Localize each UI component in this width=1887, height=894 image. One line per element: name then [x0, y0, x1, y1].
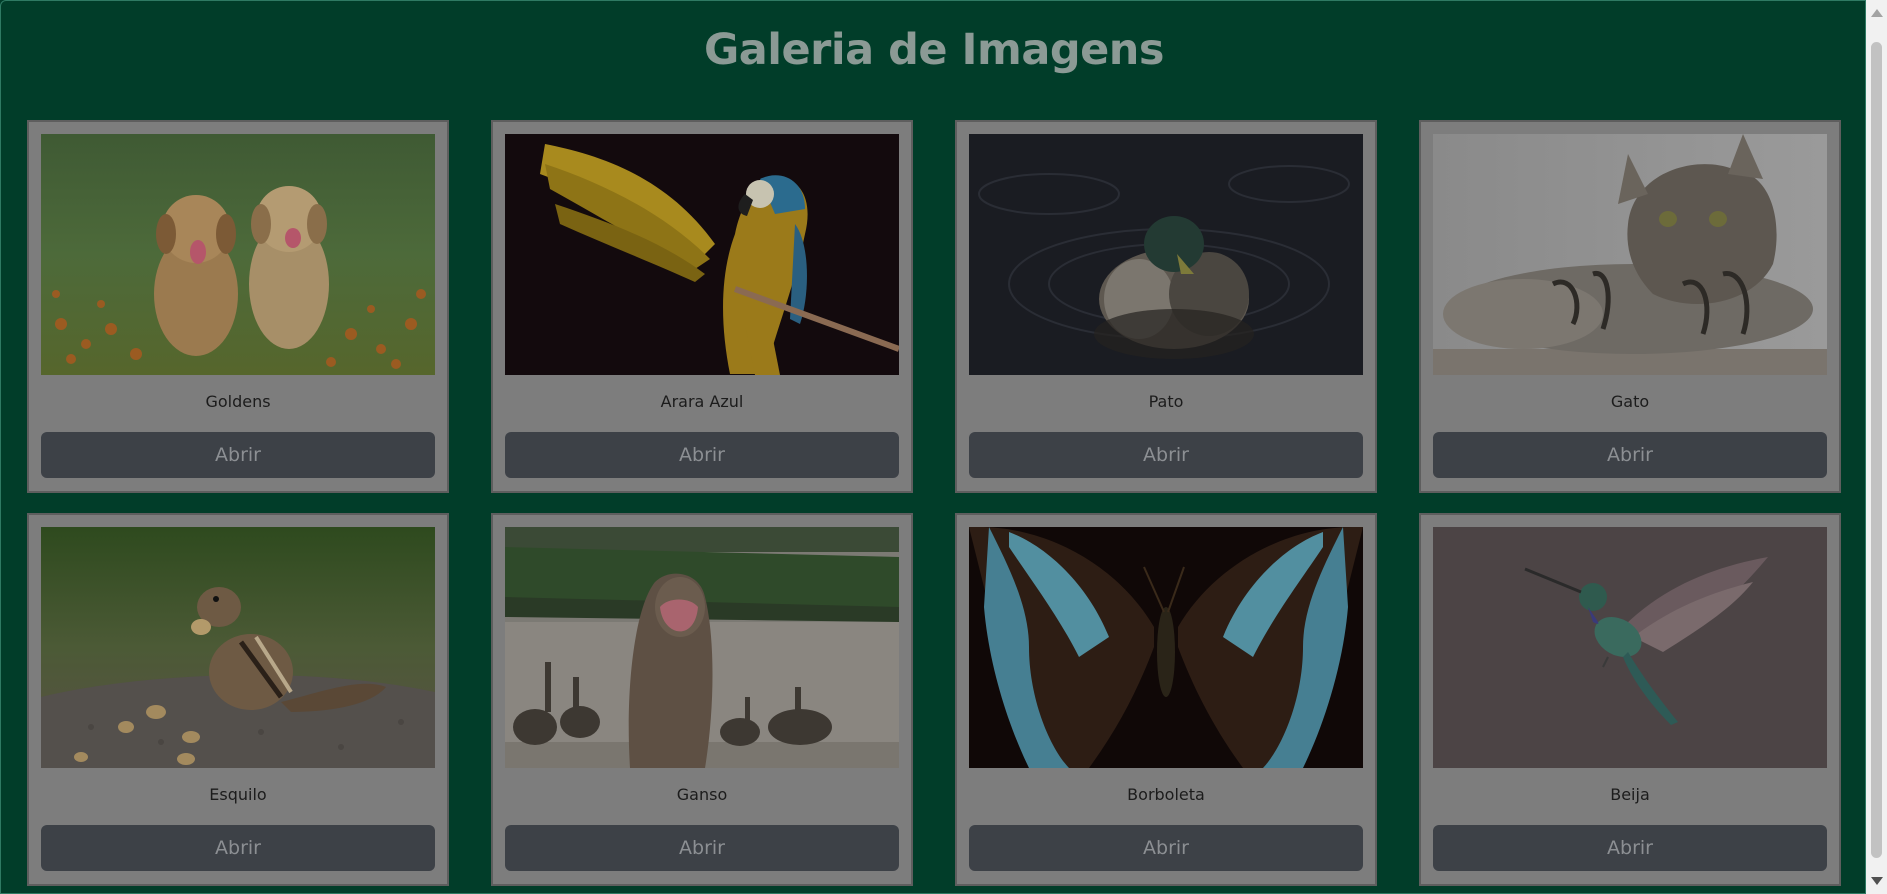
card-caption: Goldens	[205, 392, 271, 411]
card-caption: Borboleta	[1127, 785, 1205, 804]
open-button[interactable]: Abrir	[505, 825, 899, 871]
open-button[interactable]: Abrir	[505, 432, 899, 478]
puppies-photo	[41, 134, 435, 375]
gallery-card: Gato Abrir	[1419, 120, 1841, 493]
card-caption: Arara Azul	[660, 392, 744, 411]
open-button[interactable]: Abrir	[41, 825, 435, 871]
card-caption: Esquilo	[209, 785, 267, 804]
open-button[interactable]: Abrir	[969, 432, 1363, 478]
scroll-down-arrow-icon[interactable]	[1871, 877, 1883, 885]
image-grid: Goldens Abrir Arara Azul Abrir Pato Abri…	[27, 120, 1841, 886]
open-button[interactable]: Abrir	[41, 432, 435, 478]
card-caption: Pato	[1148, 392, 1184, 411]
macaw-photo	[505, 134, 899, 375]
duck-photo	[969, 134, 1363, 375]
butterfly-photo	[969, 527, 1363, 768]
card-caption: Gato	[1610, 392, 1650, 411]
page-title: Galeria de Imagens	[703, 25, 1165, 75]
goose-photo	[505, 527, 899, 768]
card-caption: Ganso	[676, 785, 728, 804]
vertical-scrollbar[interactable]	[1866, 0, 1887, 894]
cat-photo	[1433, 134, 1827, 375]
gallery-page: Galeria de Imagens Goldens Abrir Arara A…	[0, 0, 1866, 894]
open-button[interactable]: Abrir	[1433, 432, 1827, 478]
gallery-card: Goldens Abrir	[27, 120, 449, 493]
open-button[interactable]: Abrir	[1433, 825, 1827, 871]
chipmunk-photo	[41, 527, 435, 768]
gallery-card: Borboleta Abrir	[955, 513, 1377, 886]
card-caption: Beija	[1610, 785, 1650, 804]
gallery-card: Esquilo Abrir	[27, 513, 449, 886]
gallery-card: Beija Abrir	[1419, 513, 1841, 886]
open-button[interactable]: Abrir	[969, 825, 1363, 871]
gallery-card: Ganso Abrir	[491, 513, 913, 886]
scroll-up-arrow-icon[interactable]	[1871, 9, 1883, 17]
gallery-card: Arara Azul Abrir	[491, 120, 913, 493]
gallery-card: Pato Abrir	[955, 120, 1377, 493]
hummingbird-photo	[1433, 527, 1827, 768]
scrollbar-thumb[interactable]	[1871, 42, 1882, 858]
